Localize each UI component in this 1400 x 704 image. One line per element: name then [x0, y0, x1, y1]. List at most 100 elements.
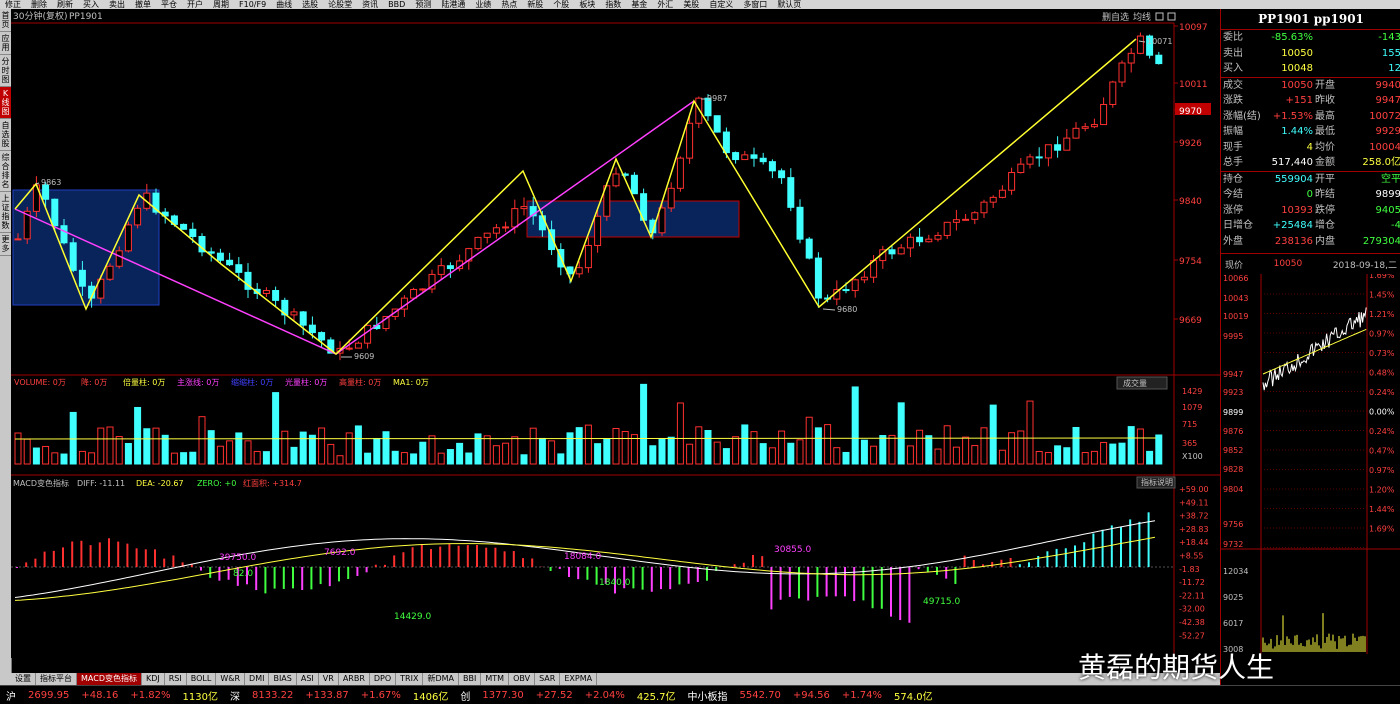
indicator-tab[interactable]: KDJ: [142, 673, 165, 685]
indicator-tab[interactable]: DPO: [370, 673, 397, 685]
indicator-tab[interactable]: BBI: [459, 673, 482, 685]
indicator-tab[interactable]: EXPMA: [560, 673, 598, 685]
toolbar-item[interactable]: 修正: [0, 0, 26, 9]
sidebar-tab[interactable]: 分时图: [0, 55, 11, 87]
macd-dea-value: DEA: -20.67: [136, 479, 184, 488]
toolbar-item[interactable]: 删除: [26, 0, 52, 9]
toolbar-item[interactable]: 新股: [522, 0, 548, 9]
top-toolbar: 修正 删除 刷新 买入 卖出 撤单 平仓 开户 周期 F10/F9 曲线 选股 论股堂 资讯 BBD 预测 陆港…: [0, 0, 1400, 9]
volume-bar: [235, 432, 243, 465]
indicator-tab[interactable]: VR: [319, 673, 339, 685]
toolbar-item[interactable]: 资讯: [357, 0, 383, 9]
toolbar-item[interactable]: 基金: [626, 0, 652, 9]
volume-bar: [594, 443, 602, 465]
indicator-tab[interactable]: OBV: [509, 673, 536, 685]
volume-bar: [925, 435, 933, 465]
toolbar-item[interactable]: 自定义: [704, 0, 738, 9]
quote-cell: 买入: [1223, 63, 1243, 74]
indicator-tab[interactable]: MTM: [481, 673, 510, 685]
toolbar-item[interactable]: 曲线: [271, 0, 297, 9]
candle-body: [888, 249, 896, 255]
toolbar-item[interactable]: 陆港通: [436, 0, 470, 9]
toolbar-item[interactable]: 预测: [410, 0, 436, 9]
indicator-tab[interactable]: 新DMA: [423, 673, 460, 685]
toolbar-item[interactable]: 美股: [678, 0, 704, 9]
toolbar-item[interactable]: 多窗口: [738, 0, 772, 9]
indicator-tab[interactable]: BOLL: [187, 673, 217, 685]
remove-favorite-button[interactable]: 删自选: [1102, 11, 1129, 23]
quote-panel: PP1901 pp1901 委比 -85.63% -143 卖出 10050 155 买入 1…: [1220, 9, 1400, 685]
toolbar-item[interactable]: 个股: [548, 0, 574, 9]
toolbar-item[interactable]: 论股堂: [323, 0, 357, 9]
indicator-tab[interactable]: 设置: [11, 673, 36, 685]
volume-bar: [60, 453, 68, 465]
toolbar-item[interactable]: 业绩: [470, 0, 496, 9]
mini-pct-label: 1.20%: [1369, 486, 1395, 495]
indicator-tab[interactable]: ASI: [297, 673, 319, 685]
toolbar-item[interactable]: 默认页: [772, 0, 806, 9]
status-value: 创: [460, 691, 471, 703]
indicator-tab[interactable]: W&R: [216, 673, 246, 685]
indicator-tab[interactable]: SAR: [535, 673, 561, 685]
kline-chart-area[interactable]: 30分钟(复权) PP1901 删自选 均线 10097 10011 9970 992…: [11, 9, 1220, 669]
toolbar-item[interactable]: 外汇: [652, 0, 678, 9]
volume-bar: [456, 442, 464, 465]
quote-cell: 9405: [1375, 204, 1400, 216]
indicator-tab[interactable]: DMI: [245, 673, 270, 685]
candle-body: [1090, 124, 1098, 128]
mini-pct-label: 0.73%: [1369, 349, 1395, 358]
toolbar-item[interactable]: 卖出: [104, 0, 130, 9]
sidebar-tab[interactable]: 自选股: [0, 119, 11, 151]
sidebar-tab[interactable]: 上证指数: [0, 192, 11, 233]
indicator-tab[interactable]: 指标平台: [36, 673, 77, 685]
toolbar-item[interactable]: 买入: [78, 0, 104, 9]
indicator-tab[interactable]: BIAS: [269, 673, 297, 685]
weibo-watermark: 黄磊的期货人生: [1078, 651, 1275, 684]
volume-bar: [640, 383, 648, 465]
sidebar-tab[interactable]: 首页: [0, 9, 11, 32]
status-value: +48.16: [81, 689, 119, 701]
macd-zero-value: ZERO: +0: [197, 479, 236, 488]
candle-body: [180, 223, 188, 230]
status-value: +1.74%: [841, 689, 883, 701]
toolbar-item[interactable]: 开户: [182, 0, 208, 9]
quote-cell: 总手: [1223, 157, 1243, 168]
sidebar-tab[interactable]: 应用: [0, 32, 11, 55]
toolbar-item[interactable]: 刷新: [52, 0, 78, 9]
mini-pct-label: 0.24%: [1369, 388, 1395, 397]
candle-body: [676, 157, 684, 189]
toolbar-item[interactable]: BBD: [383, 0, 410, 9]
mini-vol-label: 6017: [1223, 619, 1243, 628]
toolbar-item[interactable]: 指数: [600, 0, 626, 9]
indicator-tab[interactable]: ARBR: [339, 673, 370, 685]
ma-toggle-button[interactable]: 均线: [1133, 11, 1151, 23]
volume-bar: [1063, 447, 1071, 465]
volume-bar: [106, 426, 114, 465]
intraday-mini-chart[interactable]: 10066 10043 10019 9995 9947 9923 9899 9876 9852 9…: [1221, 271, 1400, 654]
macd-area-label: 7692.0: [324, 548, 356, 558]
indicator-tab[interactable]: MACD变色指标: [77, 673, 142, 685]
toolbar-item[interactable]: 热点: [496, 0, 522, 9]
toolbar-item[interactable]: 平仓: [156, 0, 182, 9]
sidebar-tab[interactable]: 综合排名: [0, 151, 11, 192]
volume-bar: [916, 429, 924, 465]
toolbar-item[interactable]: 撤单: [130, 0, 156, 9]
status-value: 沪: [6, 691, 16, 703]
quote-cell: 涨停: [1223, 204, 1243, 216]
indicator-tab[interactable]: RSI: [165, 673, 187, 685]
quote-cell: -85.63%: [1271, 32, 1313, 43]
quote-cell: 空平: [1381, 173, 1400, 185]
toolbar-item[interactable]: F10/F9: [234, 0, 271, 9]
indicator-tab[interactable]: TRIX: [396, 673, 424, 685]
toolbar-item[interactable]: 板块: [574, 0, 600, 9]
sidebar-tab[interactable]: 更多: [0, 233, 11, 256]
sidebar-tab[interactable]: K线图: [0, 87, 11, 119]
candle-body: [78, 269, 86, 287]
macd-area-label: 49715.0: [923, 597, 960, 607]
volume-bar: [216, 445, 224, 465]
toolbar-item[interactable]: 选股: [297, 0, 323, 9]
candle-body: [1081, 126, 1089, 129]
volume-bar: [603, 438, 611, 465]
macd-area-label: 39750.0: [219, 553, 256, 563]
toolbar-item[interactable]: 周期: [208, 0, 234, 9]
